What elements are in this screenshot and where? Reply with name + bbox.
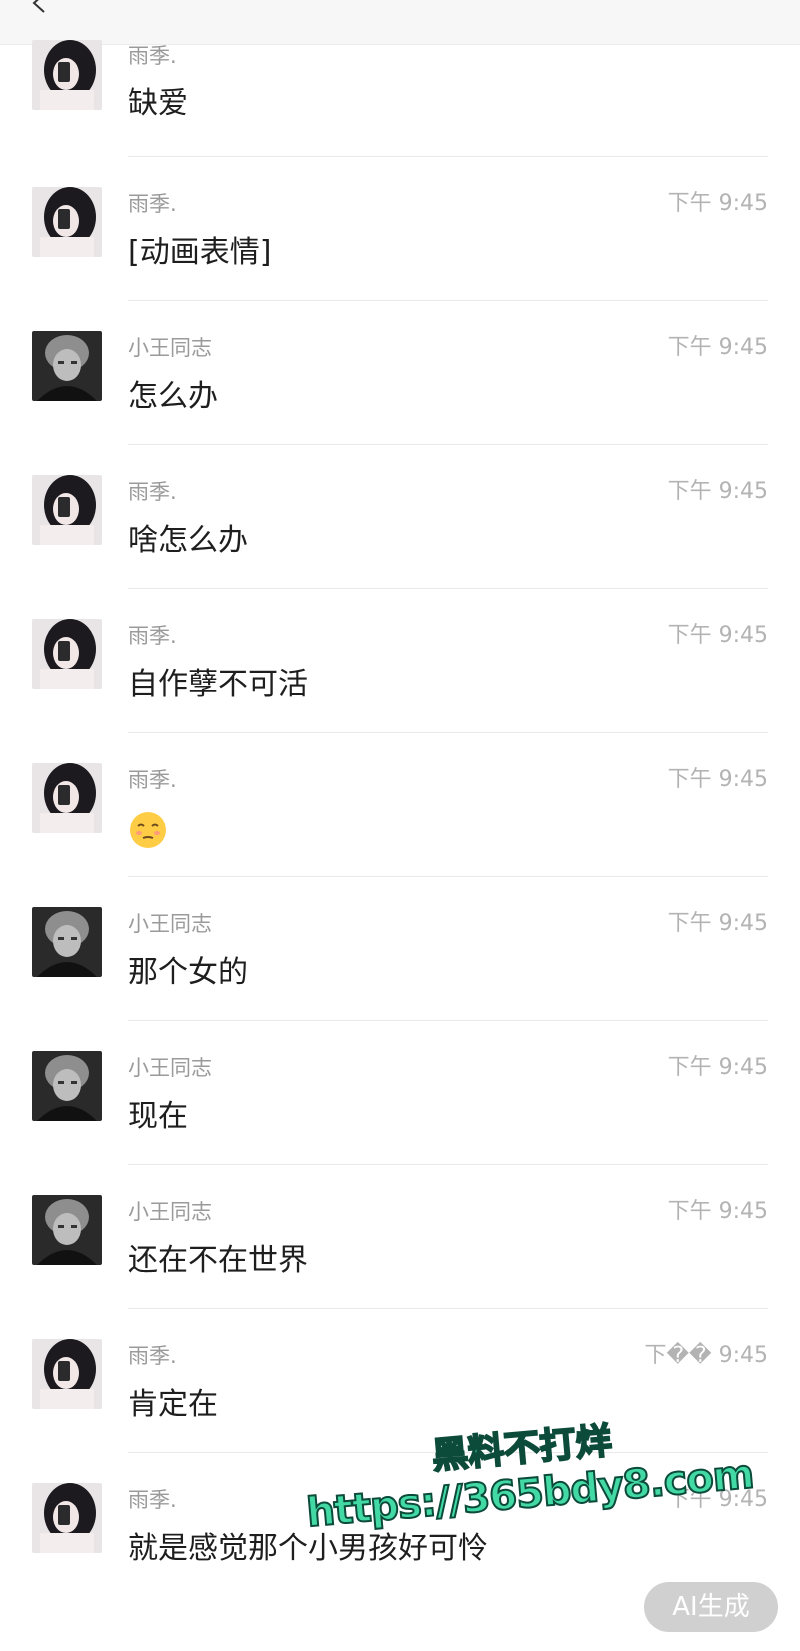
message-time: 下午 9:45: [667, 335, 768, 360]
message-item[interactable]: 小王同志 下午 9:45 怎么办: [0, 301, 800, 445]
message-text: 还在不在世界: [128, 1243, 308, 1278]
sender-name: 小王同志: [128, 1200, 212, 1224]
female-avatar[interactable]: [32, 1483, 102, 1553]
message-time: 下午 9:45: [667, 767, 768, 792]
message-text: 就是感觉那个小男孩好可怜: [128, 1531, 488, 1566]
message-item[interactable]: 雨季. 下午 9:45: [0, 733, 800, 877]
message-time: 下午 9:45: [667, 911, 768, 936]
message-text: [动画表情]: [128, 235, 272, 270]
top-bar: [0, 0, 800, 45]
sender-name: 雨季.: [128, 768, 177, 792]
message-item[interactable]: 雨季. 下午 9:45 啥怎么办: [0, 445, 800, 589]
message-time: 下午 9:45: [667, 479, 768, 504]
sender-name: 雨季.: [128, 1344, 177, 1368]
sender-name: 小王同志: [128, 336, 212, 360]
message-text: [128, 809, 168, 850]
male-avatar[interactable]: [32, 1195, 102, 1265]
sender-name: 雨季.: [128, 624, 177, 648]
message-item[interactable]: 雨季. 下午 9:45 自作孽不可活: [0, 589, 800, 733]
message-text: 自作孽不可活: [128, 667, 308, 702]
message-list: 雨季. 缺爱 雨季. 下午 9:45 [动画表情] 小王同志 下午 9:45 怎…: [0, 40, 800, 1603]
male-avatar[interactable]: [32, 1051, 102, 1121]
female-avatar[interactable]: [32, 763, 102, 833]
message-item[interactable]: 小王同志 下午 9:45 还在不在世界: [0, 1165, 800, 1309]
message-item[interactable]: 雨季. 下午 9:45 就是感觉那个小男孩好可怜: [0, 1453, 800, 1603]
sender-name: 雨季.: [128, 1488, 177, 1512]
message-time: 下午 9:45: [667, 1055, 768, 1080]
message-item[interactable]: 小王同志 下午 9:45 现在: [0, 1021, 800, 1165]
message-item[interactable]: 雨季. 下�� 9:45 肯定在: [0, 1309, 800, 1453]
sender-name: 小王同志: [128, 912, 212, 936]
message-text: 啥怎么办: [128, 523, 248, 558]
back-arrow-icon[interactable]: [28, 0, 50, 14]
male-avatar[interactable]: [32, 907, 102, 977]
message-text: 肯定在: [128, 1387, 218, 1422]
sender-name: 小王同志: [128, 1056, 212, 1080]
message-time: 下午 9:45: [667, 1487, 768, 1512]
sender-name: 雨季.: [128, 480, 177, 504]
message-item[interactable]: 小王同志 下午 9:45 那个女的: [0, 877, 800, 1021]
male-avatar[interactable]: [32, 331, 102, 401]
message-item[interactable]: 雨季. 下午 9:45 [动画表情]: [0, 157, 800, 301]
female-avatar[interactable]: [32, 40, 102, 110]
sender-name: 雨季.: [128, 44, 177, 68]
message-item[interactable]: 雨季. 缺爱: [0, 40, 800, 157]
female-avatar[interactable]: [32, 475, 102, 545]
message-text: 缺爱: [128, 86, 188, 121]
message-time: 下�� 9:45: [644, 1343, 768, 1368]
female-avatar[interactable]: [32, 619, 102, 689]
message-text: 现在: [128, 1099, 188, 1134]
unamused-face-emoji: [130, 811, 166, 848]
ai-generated-badge: AI生成: [644, 1582, 778, 1632]
message-time: 下午 9:45: [667, 1199, 768, 1224]
message-text: 那个女的: [128, 955, 248, 990]
female-avatar[interactable]: [32, 187, 102, 257]
message-time: 下午 9:45: [667, 191, 768, 216]
message-text: 怎么办: [128, 379, 218, 414]
sender-name: 雨季.: [128, 192, 177, 216]
female-avatar[interactable]: [32, 1339, 102, 1409]
message-time: 下午 9:45: [667, 623, 768, 648]
